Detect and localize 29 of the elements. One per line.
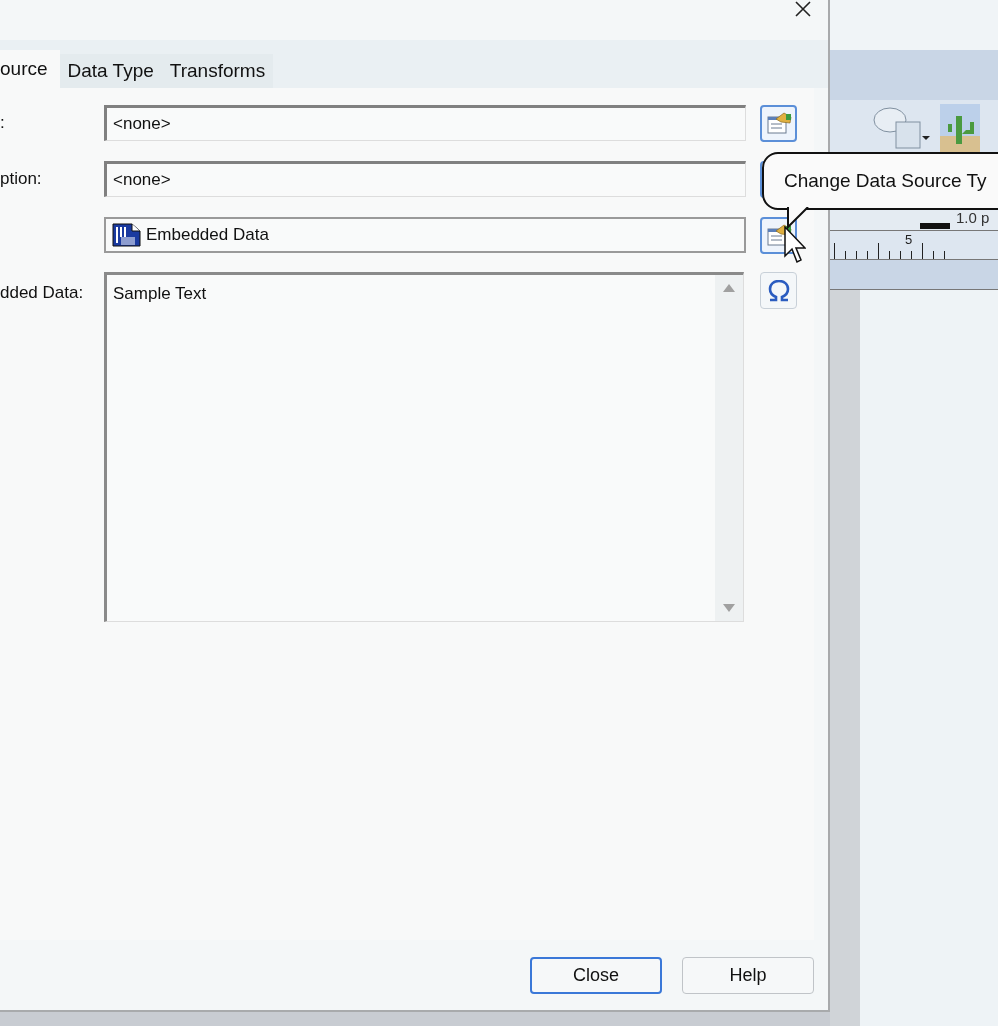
shapes-icon[interactable]	[870, 104, 930, 152]
scroll-down-icon[interactable]	[722, 603, 736, 613]
field-label: ption:	[0, 169, 42, 189]
picture-icon[interactable]	[940, 104, 980, 152]
field-value: Embedded Data	[146, 224, 269, 247]
special-character-button[interactable]	[760, 272, 797, 309]
line-width-value: 1.0 p	[956, 207, 990, 228]
dialog-button[interactable]: Help	[682, 956, 814, 994]
document-icon	[112, 223, 142, 247]
field-value: <none>	[113, 113, 171, 136]
source-field[interactable]: Embedded Data	[104, 217, 746, 253]
text-area-value: Sample Text	[113, 284, 207, 303]
scroll-up-icon[interactable]	[722, 283, 736, 293]
field-label: dded Data:	[0, 283, 84, 302]
close-icon[interactable]	[792, 0, 814, 18]
text-field[interactable]: <none>	[104, 105, 746, 141]
tab[interactable]: ource	[0, 50, 60, 88]
tab[interactable]: Data Type	[59, 54, 162, 88]
text-field[interactable]: <none>	[104, 161, 746, 197]
dialog-button[interactable]: Close	[530, 956, 662, 994]
text-area[interactable]: Sample Text	[104, 272, 744, 622]
field-label: :	[0, 113, 5, 133]
tab[interactable]: Transforms	[161, 54, 274, 88]
ruler-label: 5	[905, 230, 913, 249]
omega-icon	[766, 279, 791, 302]
cursor-icon	[784, 226, 806, 266]
tooltip: Change Data Source Ty	[762, 152, 998, 210]
line-sample	[920, 223, 950, 229]
field-value: <none>	[113, 169, 171, 192]
